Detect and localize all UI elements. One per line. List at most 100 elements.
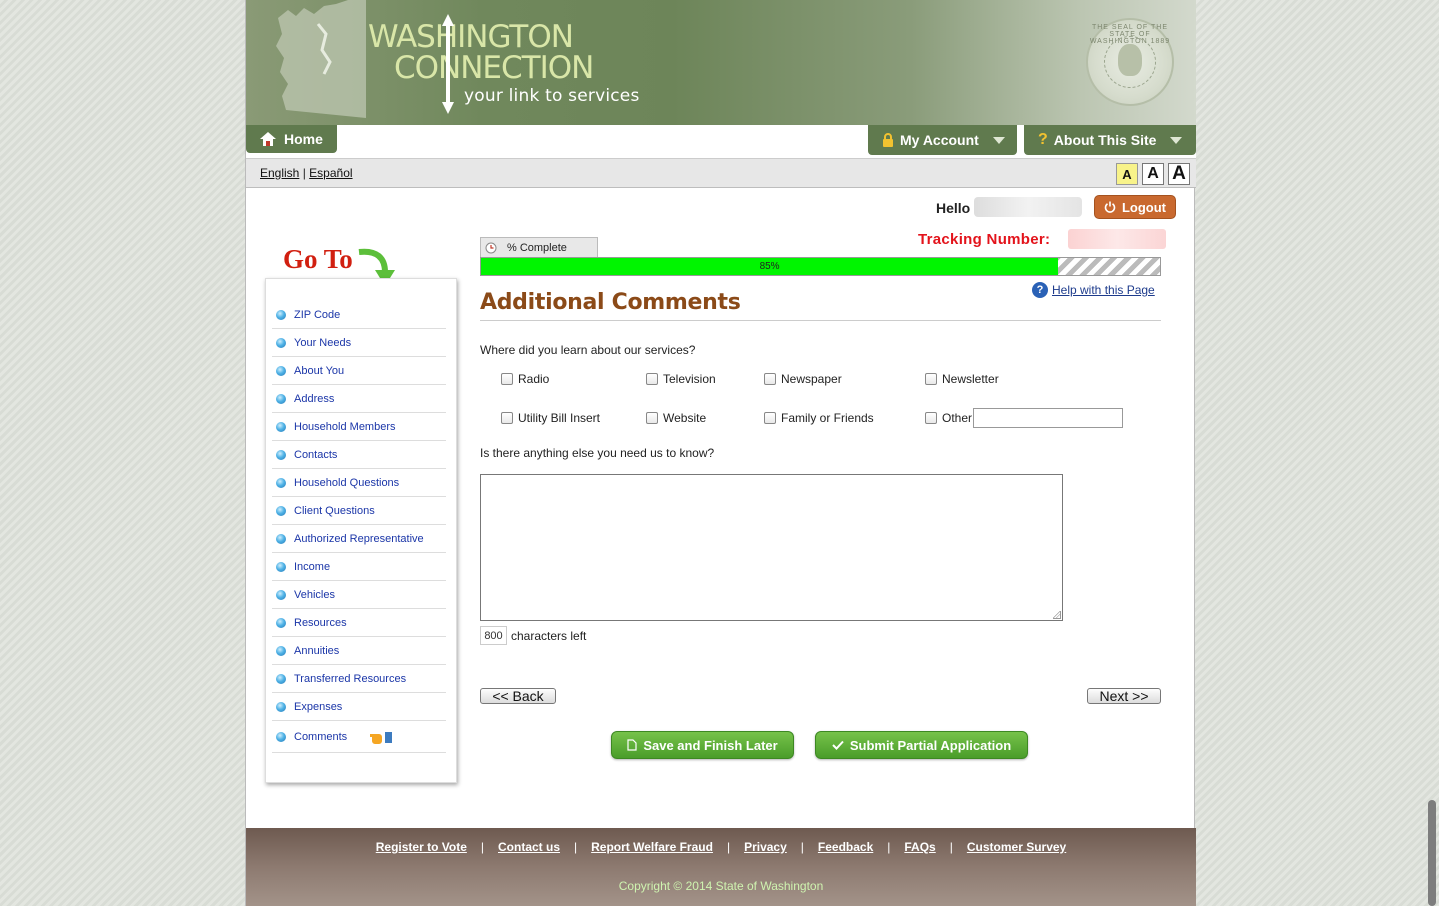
sidebar-item-client-questions[interactable]: Client Questions: [272, 497, 446, 525]
home-nav-button[interactable]: Home: [246, 125, 337, 153]
bullet-icon: [276, 393, 286, 404]
sidebar-item-comments[interactable]: Comments: [272, 721, 446, 753]
sidebar-item-label[interactable]: Vehicles: [294, 589, 335, 601]
sidebar-item-zip-code[interactable]: ZIP Code: [272, 301, 446, 329]
progress-bar-fill: 85%: [481, 258, 1059, 275]
checkbox-newspaper[interactable]: Newspaper: [764, 372, 842, 386]
chevron-down-icon: [992, 136, 1005, 144]
question-anything-else: Is there anything else you need us to kn…: [480, 446, 715, 460]
goto-heading: Go To: [283, 244, 353, 274]
checkbox-radio[interactable]: Radio: [501, 372, 549, 386]
sidebar-item-resources[interactable]: Resources: [272, 609, 446, 637]
footer-separator: |: [574, 840, 578, 854]
progress-bar: 85%: [480, 257, 1161, 276]
help-icon[interactable]: ?: [1032, 282, 1048, 298]
checkbox-television[interactable]: Television: [646, 372, 716, 386]
footer-link-customer-survey[interactable]: Customer Survey: [967, 840, 1066, 854]
sidebar-item-label[interactable]: Client Questions: [294, 505, 375, 517]
lock-icon: [883, 133, 893, 147]
bullet-icon: [276, 561, 286, 572]
site-header: WASHINGTON CONNECTION your link to servi…: [246, 0, 1196, 125]
sidebar-item-label[interactable]: Income: [294, 561, 330, 573]
footer-link-privacy[interactable]: Privacy: [744, 840, 787, 854]
save-and-finish-later-button[interactable]: Save and Finish Later: [611, 731, 794, 759]
english-link[interactable]: English: [260, 166, 299, 180]
resize-handle-icon[interactable]: [1053, 611, 1061, 619]
checkbox-label: Newsletter: [942, 372, 999, 386]
checkbox[interactable]: [501, 412, 513, 424]
font-size-small-button[interactable]: A: [1116, 163, 1138, 185]
logo-arrow-icon: [442, 14, 454, 114]
progress-value-label: 85%: [759, 261, 780, 272]
sidebar-item-label[interactable]: Annuities: [294, 645, 339, 657]
sidebar-item-label[interactable]: Household Questions: [294, 477, 399, 489]
home-nav-label: Home: [284, 131, 323, 147]
checkbox-family-or-friends[interactable]: Family or Friends: [764, 411, 874, 425]
logout-button[interactable]: Logout: [1094, 195, 1176, 219]
checkbox-utility-bill-insert[interactable]: Utility Bill Insert: [501, 411, 600, 425]
checkbox-label: Radio: [518, 372, 550, 386]
footer-link-report-welfare-fraud[interactable]: Report Welfare Fraud: [591, 840, 713, 854]
language-bar: English | Español A A A: [246, 158, 1196, 188]
footer-link-faqs[interactable]: FAQs: [904, 840, 935, 854]
sidebar-item-household-questions[interactable]: Household Questions: [272, 469, 446, 497]
title-divider: [480, 320, 1161, 321]
sidebar-item-transferred-resources[interactable]: Transferred Resources: [272, 665, 446, 693]
sidebar-item-authorized-representative[interactable]: Authorized Representative: [272, 525, 446, 553]
checkbox-label: Family or Friends: [781, 411, 874, 425]
sidebar-item-address[interactable]: Address: [272, 385, 446, 413]
checkbox-other[interactable]: Other: [925, 411, 972, 425]
sidebar-item-label[interactable]: About You: [294, 365, 344, 377]
sidebar-item-your-needs[interactable]: Your Needs: [272, 329, 446, 357]
sidebar-item-label[interactable]: Authorized Representative: [294, 533, 424, 545]
help-link[interactable]: Help with this Page: [1052, 283, 1155, 297]
sidebar-item-label[interactable]: Comments: [294, 731, 347, 743]
hello-text: Hello: [936, 200, 971, 216]
next-button[interactable]: Next >>: [1087, 688, 1161, 704]
sidebar-item-label[interactable]: ZIP Code: [294, 309, 340, 321]
sidebar-item-about-you[interactable]: About You: [272, 357, 446, 385]
checkbox[interactable]: [925, 373, 937, 385]
sidebar-item-income[interactable]: Income: [272, 553, 446, 581]
footer-link-register-to-vote[interactable]: Register to Vote: [376, 840, 467, 854]
sidebar-item-label[interactable]: Address: [294, 393, 334, 405]
checkbox-newsletter[interactable]: Newsletter: [925, 372, 999, 386]
footer-link-contact-us[interactable]: Contact us: [498, 840, 560, 854]
font-size-large-button[interactable]: A: [1168, 163, 1190, 185]
checkbox-website[interactable]: Website: [646, 411, 706, 425]
bullet-icon: [276, 701, 286, 712]
my-account-menu[interactable]: My Account: [868, 125, 1017, 155]
checkbox-label: Utility Bill Insert: [518, 411, 601, 425]
checkbox[interactable]: [646, 373, 658, 385]
sidebar-item-vehicles[interactable]: Vehicles: [272, 581, 446, 609]
font-size-medium-button[interactable]: A: [1142, 163, 1164, 185]
sidebar-item-expenses[interactable]: Expenses: [272, 693, 446, 721]
sidebar-item-label[interactable]: Resources: [294, 617, 347, 629]
sidebar-item-label[interactable]: Your Needs: [294, 337, 351, 349]
sidebar-item-label[interactable]: Contacts: [294, 449, 337, 461]
spanish-link[interactable]: Español: [309, 166, 352, 180]
footer-link-feedback[interactable]: Feedback: [818, 840, 873, 854]
help-link-group[interactable]: ? Help with this Page: [1032, 282, 1155, 298]
sidebar-item-label[interactable]: Transferred Resources: [294, 673, 406, 685]
checkbox[interactable]: [764, 412, 776, 424]
sidebar-item-label[interactable]: Expenses: [294, 701, 342, 713]
site-logo[interactable]: WASHINGTON CONNECTION your link to servi…: [368, 22, 640, 107]
sidebar-item-label[interactable]: Household Members: [294, 421, 396, 433]
checkbox[interactable]: [501, 373, 513, 385]
checkbox[interactable]: [646, 412, 658, 424]
checkbox[interactable]: [764, 373, 776, 385]
checkbox-label: Television: [663, 372, 716, 386]
comments-textarea[interactable]: [480, 474, 1063, 621]
checkbox[interactable]: [925, 412, 937, 424]
sidebar-item-annuities[interactable]: Annuities: [272, 637, 446, 665]
back-button[interactable]: << Back: [480, 688, 556, 704]
other-source-input[interactable]: [973, 408, 1123, 428]
bullet-icon: [276, 309, 286, 320]
about-site-menu[interactable]: ? About This Site: [1024, 125, 1196, 155]
submit-partial-application-button[interactable]: Submit Partial Application: [815, 731, 1028, 759]
page-scrollbar[interactable]: [1428, 800, 1436, 906]
checkbox-label: Newspaper: [781, 372, 842, 386]
sidebar-item-contacts[interactable]: Contacts: [272, 441, 446, 469]
sidebar-item-household-members[interactable]: Household Members: [272, 413, 446, 441]
